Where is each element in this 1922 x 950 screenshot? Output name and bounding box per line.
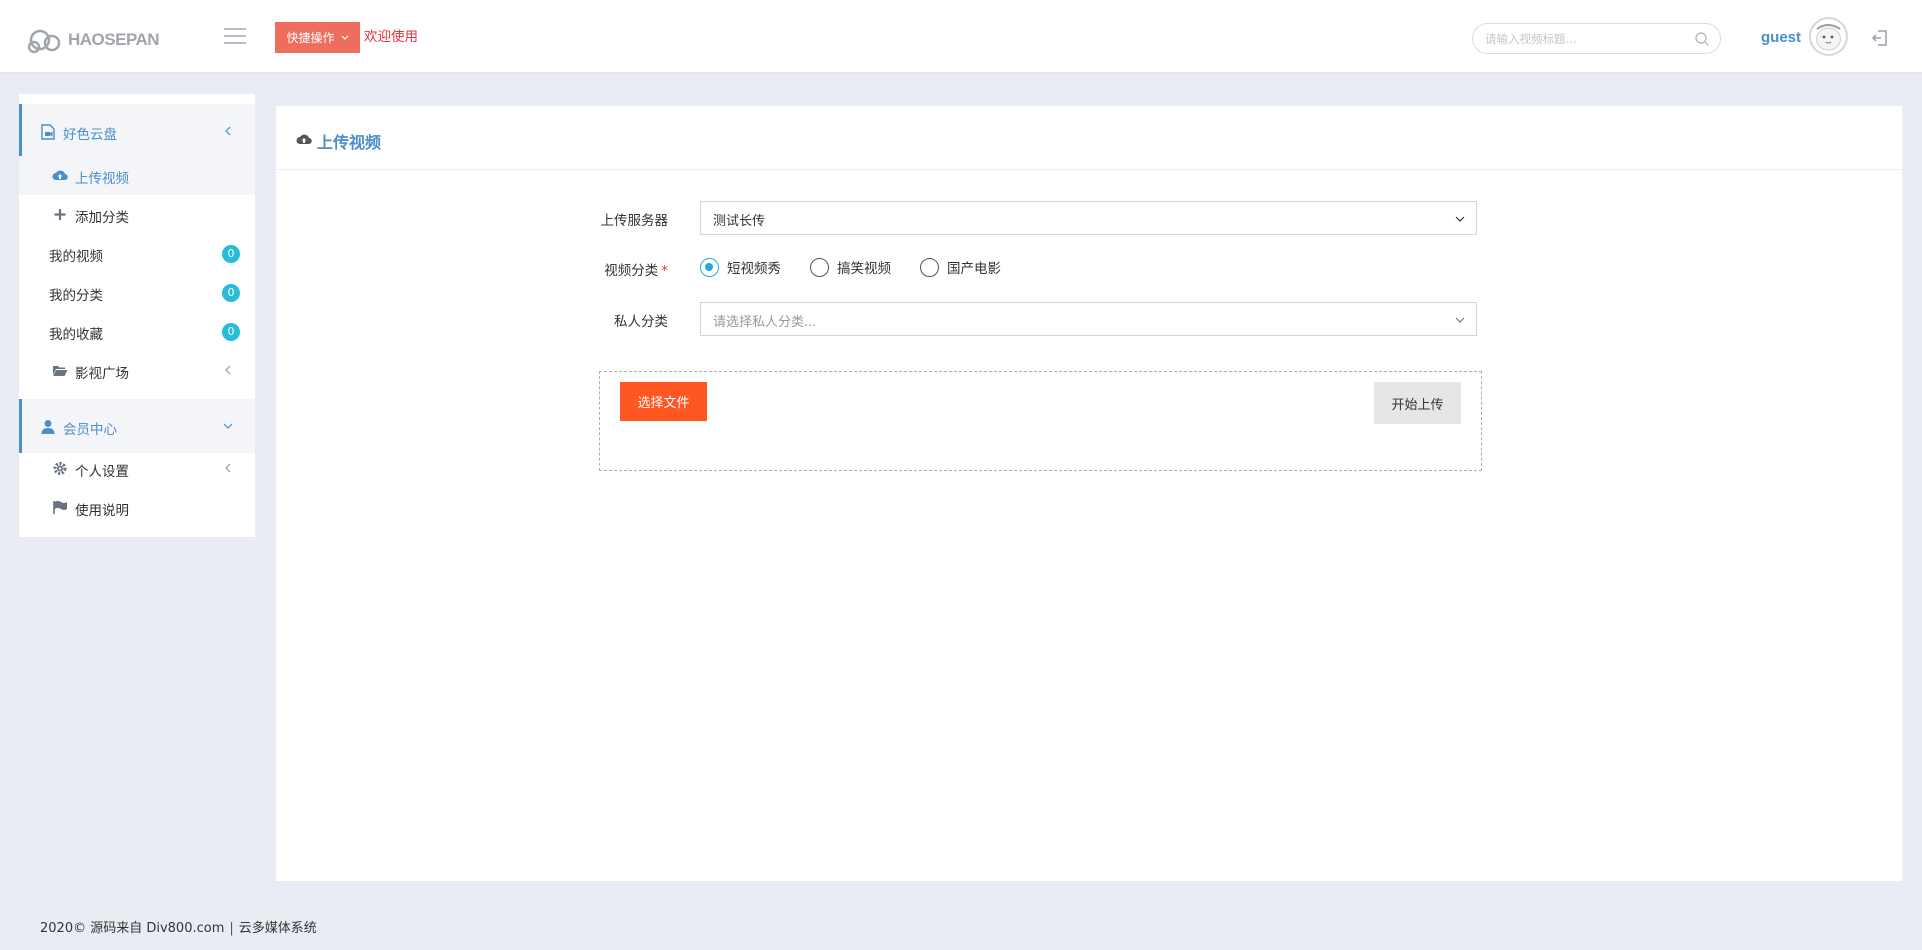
sidebar-group-label: 会员中心 — [63, 422, 117, 438]
footer: 2020© 源码来自 Div800.com | 云多媒体系统 — [40, 917, 317, 936]
logo[interactable]: HAOSEPAN — [28, 24, 160, 56]
sidebar-item-my-favorites[interactable]: 我的收藏 0 — [19, 312, 255, 351]
sidebar-item-label: 我的视频 — [49, 249, 103, 265]
plus-icon — [54, 209, 66, 220]
server-select-value: 测试长传 — [713, 214, 766, 229]
sidebar-item-label: 添加分类 — [75, 210, 129, 226]
chevron-down-icon — [1455, 317, 1465, 323]
cloud-upload-icon — [52, 170, 68, 181]
sidebar-item-my-videos[interactable]: 我的视频 0 — [19, 234, 255, 273]
radio-label: 搞笑视频 — [837, 261, 891, 277]
sidebar-item-my-categories[interactable]: 我的分类 0 — [19, 273, 255, 312]
quick-action-label: 快捷操作 — [286, 31, 335, 45]
sidebar-item-upload-video[interactable]: 上传视频 — [19, 156, 255, 195]
video-file-icon — [41, 124, 55, 140]
sidebar-item-label: 我的收藏 — [49, 327, 103, 343]
count-badge: 0 — [222, 245, 240, 263]
flag-icon — [53, 501, 67, 514]
menu-toggle-icon[interactable] — [224, 28, 246, 44]
count-badge: 0 — [222, 323, 240, 341]
footer-divider: | — [229, 921, 234, 936]
username[interactable]: guest — [1761, 29, 1801, 46]
radio-circle — [920, 257, 939, 277]
radio-label: 国产电影 — [947, 261, 1001, 277]
welcome-text: 欢迎使用 — [364, 29, 418, 45]
chevron-down-icon — [1455, 216, 1465, 222]
top-header: HAOSEPAN 快捷操作 欢迎使用 guest — [0, 0, 1922, 73]
sidebar-item-video-plaza[interactable]: 影视广场 — [19, 351, 255, 390]
search-box — [1472, 23, 1721, 54]
user-icon — [41, 420, 55, 434]
sidebar-item-label: 上传视频 — [75, 171, 129, 187]
quick-action-button[interactable]: 快捷操作 — [275, 22, 360, 53]
sidebar-item-label: 个人设置 — [75, 464, 129, 480]
sidebar-item-label: 使用说明 — [75, 503, 129, 519]
server-label: 上传服务器 — [600, 213, 669, 229]
folder-open-icon — [53, 366, 68, 376]
chevron-down-icon — [223, 423, 233, 429]
private-category-select[interactable]: 请选择私人分类... — [700, 302, 1477, 336]
radio-label: 短视频秀 — [727, 261, 781, 277]
radio-circle — [810, 257, 829, 277]
chevron-left-icon — [225, 126, 231, 136]
cloud-logo-icon — [28, 29, 61, 54]
pick-file-button[interactable]: 选择文件 — [620, 382, 707, 421]
avatar-face-icon — [1816, 24, 1841, 51]
sidebar-item-personal-settings[interactable]: 个人设置 — [19, 449, 255, 488]
sidebar: 好色云盘 上传视频 添加分类 我的视频 0 我的分类 0 我的收藏 0 影视广场 — [19, 94, 255, 537]
category-radio-domestic-movie[interactable]: 国产电影 — [920, 257, 1001, 277]
sidebar-group-member-center[interactable]: 会员中心 — [19, 399, 255, 453]
sidebar-item-add-category[interactable]: 添加分类 — [19, 195, 255, 234]
sidebar-group-cloud-disk[interactable]: 好色云盘 — [19, 104, 255, 158]
search-icon[interactable] — [1694, 31, 1710, 47]
panel-header: 上传视频 — [276, 106, 1902, 170]
footer-system-name: 云多媒体系统 — [238, 921, 317, 936]
server-select[interactable]: 测试长传 — [700, 201, 1477, 235]
chevron-down-icon — [341, 35, 348, 40]
radio-circle — [700, 257, 719, 277]
search-input[interactable] — [1485, 30, 1685, 48]
category-radio-short-video[interactable]: 短视频秀 — [700, 257, 781, 277]
required-mark: * — [661, 263, 668, 279]
logo-text: HAOSEPAN — [68, 30, 160, 49]
footer-copyright: 2020© 源码来自 Div800.com — [40, 921, 225, 936]
sidebar-item-user-guide[interactable]: 使用说明 — [19, 488, 255, 527]
private-category-placeholder: 请选择私人分类... — [713, 315, 817, 330]
sidebar-group-label: 好色云盘 — [63, 127, 117, 143]
avatar[interactable] — [1809, 17, 1848, 56]
upload-dropzone[interactable]: 选择文件 开始上传 — [599, 371, 1482, 471]
sidebar-item-label: 影视广场 — [75, 366, 129, 382]
start-upload-button[interactable]: 开始上传 — [1374, 382, 1461, 424]
private-category-label: 私人分类 — [614, 314, 668, 330]
page-title: 上传视频 — [317, 133, 382, 152]
chevron-left-icon — [225, 365, 231, 375]
sidebar-item-label: 我的分类 — [49, 288, 103, 304]
chevron-left-icon — [225, 463, 231, 473]
category-label: 视频分类 * — [578, 259, 668, 279]
logout-icon[interactable] — [1871, 29, 1889, 47]
category-radio-funny-video[interactable]: 搞笑视频 — [810, 257, 891, 277]
count-badge: 0 — [222, 284, 240, 302]
category-label-text: 视频分类 — [604, 263, 659, 279]
cloud-upload-icon — [296, 134, 312, 145]
gear-icon — [53, 462, 67, 475]
main-panel: 上传视频 上传服务器 测试长传 视频分类 * 短视频秀 搞笑视频 国产电影 私人分… — [276, 106, 1902, 881]
